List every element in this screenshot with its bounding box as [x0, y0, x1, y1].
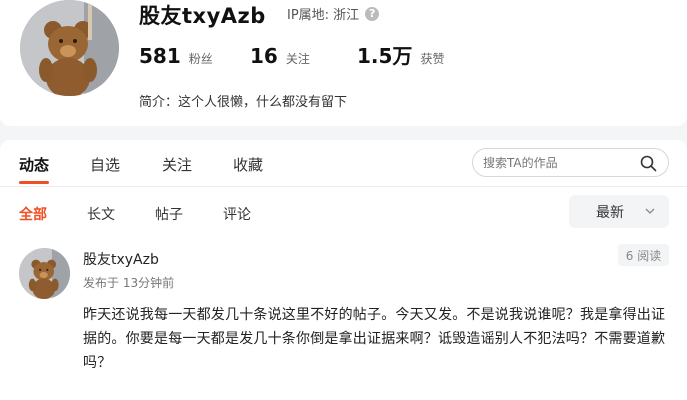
filter-tabs: 全部 长文 帖子 评论 — [19, 204, 251, 224]
tab-dynamics[interactable]: 动态 — [19, 154, 50, 184]
search-icon[interactable] — [640, 155, 657, 172]
search-input[interactable] — [483, 155, 633, 170]
filter-articles[interactable]: 长文 — [87, 204, 115, 224]
stat-label: 粉丝 — [188, 52, 213, 66]
tab-watchlist[interactable]: 自选 — [90, 154, 120, 175]
teddy-bear-image — [20, 0, 119, 96]
main-tabs: 动态 自选 关注 收藏 — [19, 154, 263, 184]
ip-location-text: IP属地: 浙江 — [287, 8, 360, 23]
stat-value: 16 — [250, 44, 278, 68]
teddy-bear-image — [19, 248, 70, 299]
profile-stats: 581 粉丝 16 关注 1.5万 获赞 — [139, 40, 444, 69]
user-name: 股友txyAzb — [139, 4, 266, 28]
stat-label: 关注 — [285, 52, 310, 66]
sort-dropdown[interactable]: 最新 — [569, 195, 669, 228]
search-box — [472, 148, 669, 177]
post-author[interactable]: 股友txyAzb — [83, 249, 159, 269]
sort-label: 最新 — [596, 204, 624, 221]
ip-location: IP属地: 浙江 ? — [287, 4, 380, 23]
read-count-badge: 6 阅读 — [618, 244, 669, 266]
chevron-down-icon — [645, 208, 655, 214]
tab-favorites[interactable]: 收藏 — [233, 154, 263, 175]
post-content[interactable]: 昨天还说我每一天都发几十条说这里不好的帖子。今天又发。不是说我说谁呢？我是拿得出… — [83, 303, 679, 375]
avatar[interactable] — [20, 0, 119, 96]
stat-label: 获赞 — [420, 52, 445, 66]
content-panel: 动态 自选 关注 收藏 全部 长文 帖子 评论 最新 — [0, 140, 687, 400]
filter-posts[interactable]: 帖子 — [155, 204, 183, 224]
stat-following[interactable]: 16 关注 — [250, 44, 357, 68]
stat-fans[interactable]: 581 粉丝 — [139, 44, 250, 68]
filter-all[interactable]: 全部 — [19, 204, 47, 224]
stat-likes: 1.5万 获赞 — [357, 40, 444, 69]
stat-value: 1.5万 — [357, 44, 413, 68]
stat-value: 581 — [139, 44, 181, 68]
post-timestamp: 发布于 13分钟前 — [83, 276, 175, 290]
post-avatar[interactable] — [19, 248, 70, 299]
tabs-divider — [0, 186, 687, 187]
profile-header: 股友txyAzb IP属地: 浙江 ? 581 粉丝 16 关注 1.5万 获赞… — [0, 0, 687, 126]
profile-bio: 简介：这个人很懒，什么都没有留下 — [139, 95, 348, 110]
tab-following[interactable]: 关注 — [162, 154, 192, 175]
help-icon[interactable]: ? — [365, 6, 380, 21]
filter-comments[interactable]: 评论 — [223, 204, 251, 224]
